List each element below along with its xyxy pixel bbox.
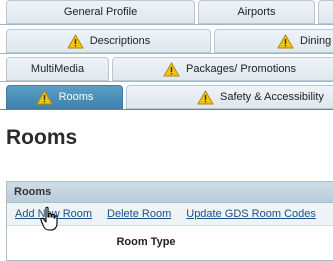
delete-room-link[interactable]: Delete Room	[107, 208, 171, 220]
warning-icon	[163, 61, 180, 76]
panel-header: Rooms	[7, 182, 333, 203]
rooms-panel: Rooms Add New Room Delete Room Update GD…	[6, 181, 333, 261]
tab-rooms[interactable]: Rooms	[6, 85, 123, 109]
warning-icon	[66, 33, 84, 48]
update-gds-room-codes-link[interactable]: Update GDS Room Codes	[186, 208, 316, 220]
panel-actions: Add New Room Delete Room Update GDS Room…	[7, 203, 333, 226]
tab-general-profile[interactable]: General Profile	[6, 0, 195, 24]
tab-label: Dining	[300, 35, 332, 47]
tab-label: Descriptions	[89, 35, 151, 47]
tab-safety-accessibility[interactable]: Safety & Accessibility	[126, 85, 333, 109]
warning-icon	[277, 33, 294, 48]
column-header-room-type[interactable]: Room Type	[7, 230, 333, 254]
tab-packages-promotions[interactable]: Packages/ Promotions	[112, 57, 333, 81]
tab-label: Airports	[237, 6, 276, 18]
tab-label: Safety & Accessibility	[220, 91, 324, 103]
warning-icon	[197, 89, 214, 104]
tab-airports[interactable]: Airports	[198, 0, 315, 24]
tab-label: Rooms	[58, 91, 94, 103]
add-new-room-link[interactable]: Add New Room	[15, 208, 92, 220]
warning-icon	[35, 89, 53, 104]
tab-label: General Profile	[63, 6, 138, 18]
tab-multimedia[interactable]: MultiMedia	[6, 57, 109, 81]
page-title: Rooms	[6, 126, 78, 149]
tab-bar: General Profile Airports Descriptions Di…	[0, 0, 333, 110]
tab-dining[interactable]: Dining	[214, 29, 333, 53]
panel-title: Rooms	[14, 186, 52, 198]
tab-label: Packages/ Promotions	[186, 63, 297, 75]
tab-next-partial[interactable]	[318, 0, 333, 24]
tab-descriptions[interactable]: Descriptions	[6, 29, 211, 53]
tab-label: MultiMedia	[30, 63, 85, 75]
